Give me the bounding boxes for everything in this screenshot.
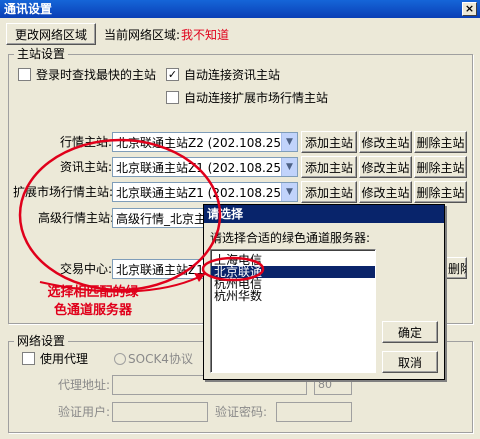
annotation-ellipse-large <box>18 138 222 292</box>
annotation-text-line2: 色通道服务器 <box>53 303 132 318</box>
annotation-overlay <box>18 138 265 293</box>
annotation-ellipse-small <box>201 256 265 282</box>
annotation-callout: 选择相匹配的绿 色通道服务器 <box>30 284 156 320</box>
annotation-text-line1: 选择相匹配的绿 <box>47 285 139 300</box>
